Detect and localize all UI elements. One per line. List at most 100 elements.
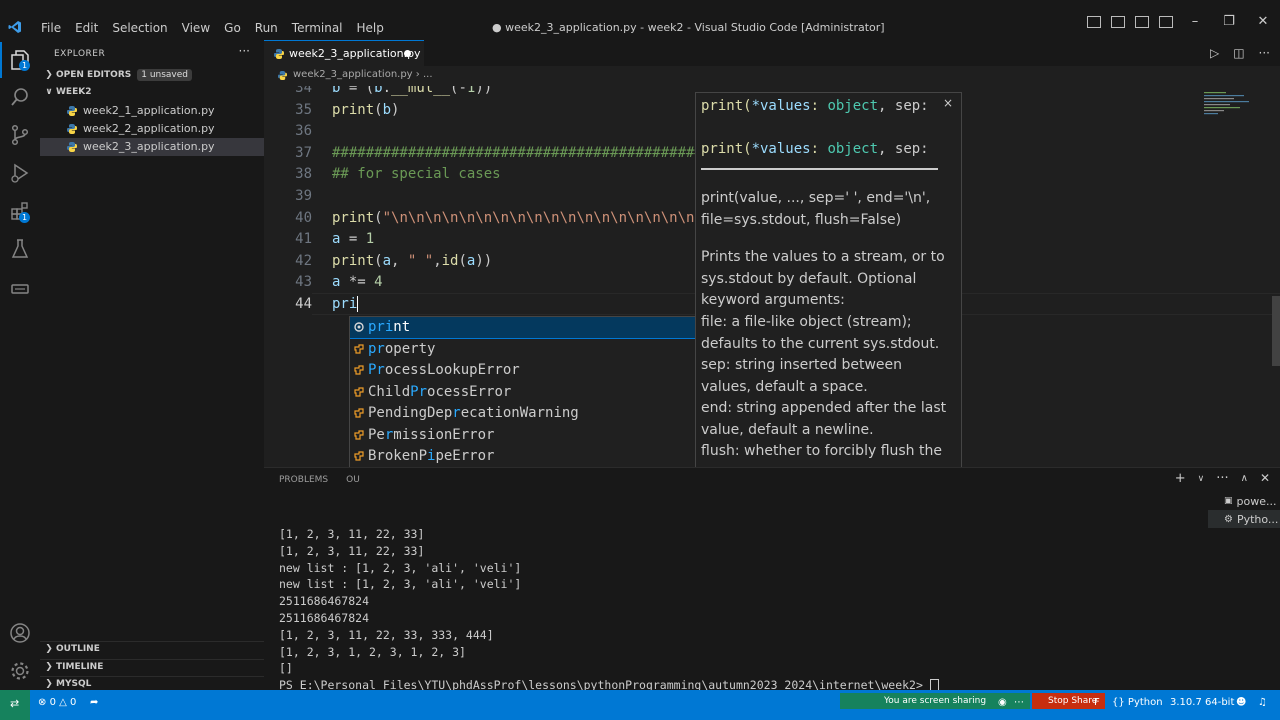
file-name: week2_2_application.py <box>83 122 215 135</box>
minimap[interactable] <box>1204 90 1264 150</box>
feedback-icon[interactable]: ☻ <box>1236 697 1246 708</box>
terminal-line: [1, 2, 3, 1, 2, 3, 1, 2, 3] <box>279 644 466 659</box>
signature-underline <box>701 168 938 170</box>
file-item-selected[interactable]: week2_3_application.py <box>40 138 264 156</box>
tab-output[interactable]: OU <box>346 475 360 485</box>
gear-icon: ⚙ <box>1224 513 1233 525</box>
toggle-sidebar-icon[interactable] <box>1087 15 1101 28</box>
new-terminal-icon[interactable]: + <box>1175 471 1186 486</box>
testing-icon[interactable] <box>9 238 31 260</box>
menu-go[interactable]: Go <box>217 21 248 35</box>
line-number: 36 <box>295 123 312 139</box>
customize-layout-icon[interactable] <box>1159 15 1173 28</box>
file-name: week2_1_application.py <box>83 104 215 117</box>
editor-tab[interactable]: week2_3_application.py <box>264 40 424 67</box>
maximize-panel-icon[interactable]: ∧ <box>1241 471 1248 486</box>
doc-body-text: Prints the values to a stream, or to sys… <box>701 249 945 308</box>
warning-icon: △ <box>59 697 67 708</box>
search-icon[interactable] <box>9 86 31 108</box>
accounts-icon[interactable] <box>9 622 31 644</box>
class-icon <box>354 386 364 397</box>
restore-icon[interactable]: ❐ <box>1212 14 1246 29</box>
menu-terminal[interactable]: Terminal <box>285 21 350 35</box>
suggestion-item[interactable]: PendingDeprecationWarning <box>350 403 696 424</box>
suggestion-item[interactable]: property <box>350 339 696 360</box>
mysql-label: MYSQL <box>56 679 92 689</box>
status-f[interactable]: F <box>1094 697 1100 708</box>
breadcrumb-file[interactable]: week2_3_application.py › ... <box>293 69 433 80</box>
run-python-file-icon[interactable]: ▷ <box>1210 46 1219 60</box>
terminal-line: 2511686467824 <box>279 594 370 609</box>
bottom-panel: PROBLEMS OU + ∨ ··· ∧ ✕ [1, 2, 3, 11, 22… <box>264 467 1280 694</box>
terminal-item-powershell[interactable]: ▣ powe... <box>1208 492 1280 510</box>
menu-selection[interactable]: Selection <box>105 21 174 35</box>
settings-gear-icon[interactable] <box>9 660 31 682</box>
signature-type: object <box>827 141 879 157</box>
line-number: 41 <box>295 231 312 247</box>
status-bar: ⇄ ⊗ 0 △ 0 ➦ You are screen sharing ◉ ⋯ S… <box>0 690 1280 720</box>
chevron-down-icon[interactable]: ∨ <box>1198 471 1205 486</box>
file-item[interactable]: week2_1_application.py <box>40 102 264 120</box>
open-editors-section[interactable]: ❯ OPEN EDITORS 1 unsaved <box>40 69 264 87</box>
doc-arg-file: file: a file-like object (stream); defau… <box>701 314 940 352</box>
problems-indicator[interactable]: ⊗ 0 △ 0 <box>38 697 76 708</box>
split-editor-icon[interactable]: ◫ <box>1233 46 1244 60</box>
file-item[interactable]: week2_2_application.py <box>40 120 264 138</box>
menu-edit[interactable]: Edit <box>68 21 105 35</box>
signature-line: print(*values: object, sep: <box>701 98 929 114</box>
panel-actions: + ∨ ··· ∧ ✕ <box>1175 471 1270 486</box>
line-number: 34 <box>295 86 312 96</box>
remote-icon: ⇄ <box>10 697 20 710</box>
extensions-badge: 1 <box>19 212 30 223</box>
toggle-secondary-sidebar-icon[interactable] <box>1135 15 1149 28</box>
live-share-icon[interactable]: ➦ <box>90 697 98 708</box>
toggle-panel-icon[interactable] <box>1111 15 1125 28</box>
close-panel-icon[interactable]: ✕ <box>1260 471 1270 486</box>
remote-explorer-icon[interactable] <box>9 278 31 300</box>
terminal-list: ▣ powe... ⚙ Pytho... <box>1208 492 1280 528</box>
python-interpreter[interactable]: 3.10.7 64-bit <box>1170 697 1234 708</box>
suggestion-label: property <box>368 340 436 357</box>
unsaved-dot-icon[interactable] <box>404 50 411 57</box>
suggestion-item[interactable]: BrokenPipeError <box>350 446 696 467</box>
suggestion-label: PendingDeprecationWarning <box>368 405 579 421</box>
code-line: a = 1 <box>332 231 375 247</box>
close-icon[interactable]: × <box>943 96 953 110</box>
signature-rest: , sep: <box>878 98 929 114</box>
run-debug-icon[interactable] <box>9 162 31 184</box>
suggestion-item[interactable]: ChildProcessError <box>350 382 696 403</box>
notifications-bell-icon[interactable]: ♫ <box>1258 697 1267 708</box>
terminal-line: new list : [1, 2, 3, 'ali', 'veli'] <box>279 560 522 575</box>
menu-help[interactable]: Help <box>350 21 391 35</box>
class-icon <box>354 343 364 354</box>
more-panel-actions-icon[interactable]: ··· <box>1216 471 1228 486</box>
error-icon: ⊗ <box>38 697 47 708</box>
signature-colon: : <box>810 98 828 114</box>
more-actions-icon[interactable]: ··· <box>239 44 250 58</box>
terminal-item-python[interactable]: ⚙ Pytho... <box>1208 510 1280 528</box>
source-control-icon[interactable] <box>9 124 31 146</box>
minimize-icon[interactable]: – <box>1178 14 1212 29</box>
close-window-icon[interactable]: ✕ <box>1246 14 1280 29</box>
explorer-sidebar: EXPLORER ··· ❯ OPEN EDITORS 1 unsaved ∨ WEE… <box>40 40 265 690</box>
menu-run[interactable]: Run <box>248 21 285 35</box>
tab-label: week2_3_application.py <box>289 47 421 60</box>
editor-scrollbar[interactable] <box>1272 296 1280 366</box>
language-label: Python <box>1127 697 1163 708</box>
suggestion-item[interactable]: print <box>350 317 696 339</box>
terminal-output[interactable]: [1, 2, 3, 11, 22, 33] [1, 2, 3, 11, 22, 3… <box>279 526 939 694</box>
python-file-icon <box>67 142 77 152</box>
editor-tab-bar: week2_3_application.py ▷ ◫ ··· <box>264 40 1280 67</box>
python-file-icon <box>278 71 287 80</box>
suggestion-item[interactable]: PermissionError <box>350 425 696 446</box>
suggestion-item[interactable]: ProcessLookupError <box>350 360 696 381</box>
more-editor-actions-icon[interactable]: ··· <box>1259 46 1270 60</box>
vscode-logo-icon <box>8 21 21 33</box>
open-editors-label: OPEN EDITORS <box>56 70 132 80</box>
line-number: 35 <box>295 102 312 118</box>
menu-file[interactable]: File <box>34 21 68 35</box>
code-line-current[interactable]: pri <box>332 296 359 312</box>
tab-problems[interactable]: PROBLEMS <box>279 475 328 485</box>
menu-view[interactable]: View <box>175 21 217 35</box>
language-mode[interactable]: {} Python <box>1112 697 1163 708</box>
